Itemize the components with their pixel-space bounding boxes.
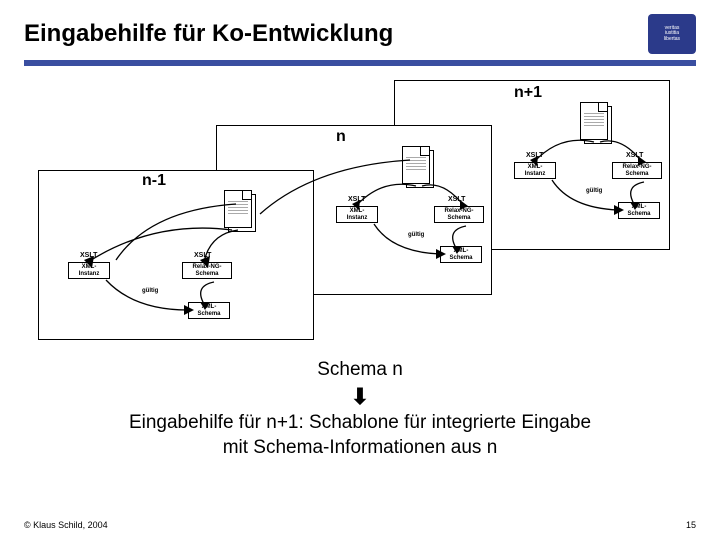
xslt-text: XSLT [194, 252, 211, 259]
xslt-text: XSLT [526, 152, 543, 159]
footer-copyright: © Klaus Schild, 2004 [24, 520, 108, 530]
logo-line: libertas [664, 36, 680, 42]
stage-label-nm1: n-1 [142, 172, 166, 190]
gultig-text: gültig [142, 288, 158, 294]
relaxng-box: Relax-NG- Schema [612, 162, 662, 179]
stage-label-n: n [336, 128, 346, 146]
relaxng-box: Relax-NG- Schema [434, 206, 484, 223]
down-arrow-icon: ⬇ [24, 383, 696, 412]
xml-instanz-box: XML- Instanz [514, 162, 556, 179]
relaxng-box: Relax-NG- Schema [182, 262, 232, 279]
xml-schema-box: XML- Schema [188, 302, 230, 319]
xslt-text: XSLT [80, 252, 97, 259]
xml-schema-box: XML- Schema [618, 202, 660, 219]
title-rule [24, 60, 696, 66]
xslt-text: XSLT [448, 196, 465, 203]
xml-instanz-box: XML- Instanz [68, 262, 110, 279]
xslt-text: XSLT [348, 196, 365, 203]
body-line-2b: mit Schema-Informationen aus n [24, 436, 696, 461]
xml-instanz-box: XML- Instanz [336, 206, 378, 223]
logo-badge: veritas iustitia libertas [648, 14, 696, 54]
page-title: Eingabehilfe für Ko-Entwicklung [24, 20, 393, 48]
footer-page-number: 15 [686, 520, 696, 530]
body-line-2a: Eingabehilfe für n+1: Schablone für inte… [24, 411, 696, 436]
diagram-area: n+1 n n-1 XSLT XSLT XML- Instanz Relax-N… [24, 70, 696, 350]
xml-schema-box: XML- Schema [440, 246, 482, 263]
body-line-1: Schema n [24, 358, 696, 383]
body-text: Schema n ⬇ Eingabehilfe für n+1: Schablo… [24, 358, 696, 461]
gultig-text: gültig [586, 188, 602, 194]
xslt-text: XSLT [626, 152, 643, 159]
gultig-text: gültig [408, 232, 424, 238]
stage-label-np1: n+1 [514, 84, 542, 102]
